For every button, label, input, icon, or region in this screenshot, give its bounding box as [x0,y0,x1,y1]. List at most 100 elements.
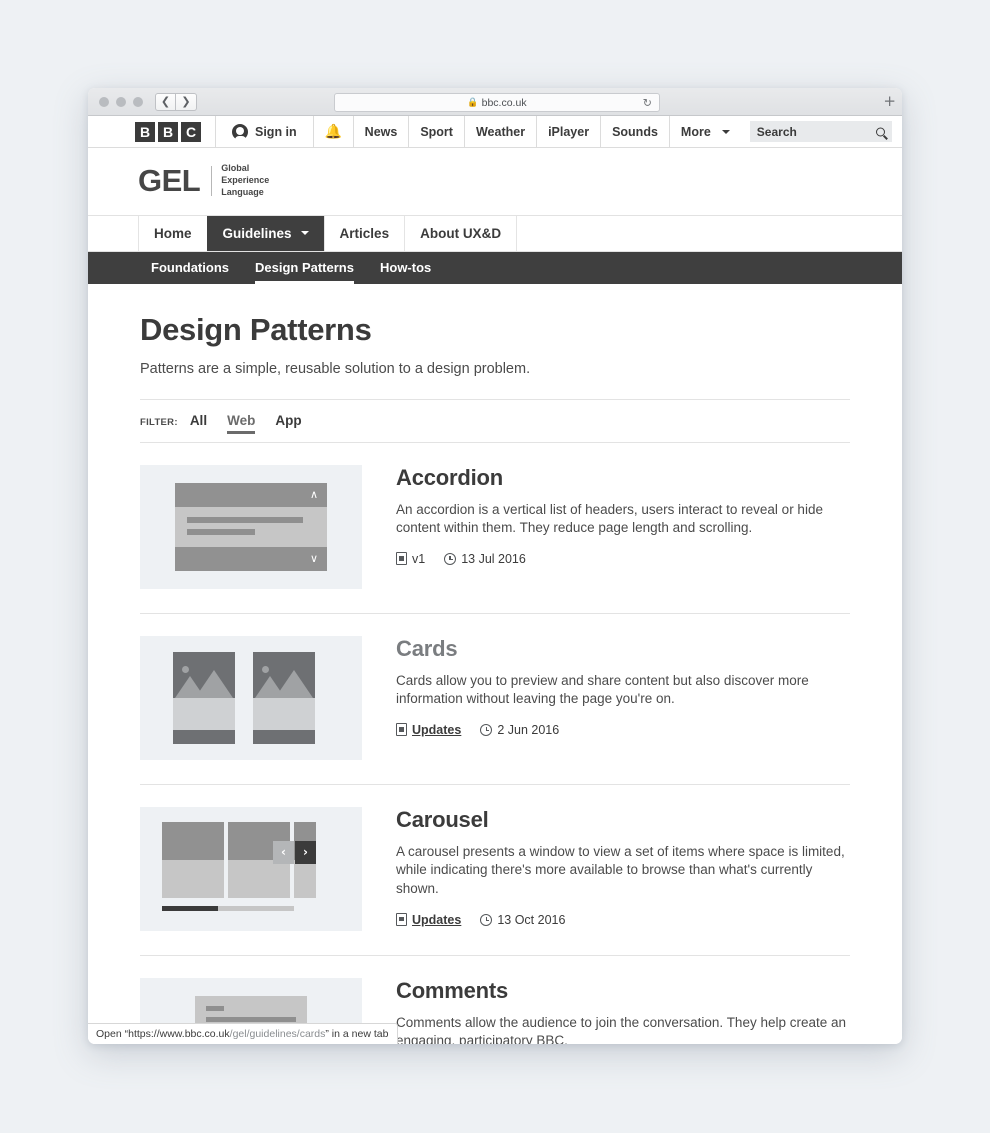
bbc-nav-sounds[interactable]: Sounds [600,116,669,147]
pattern-date: 13 Jul 2016 [444,552,526,566]
bell-icon[interactable]: 🔔 [312,116,353,147]
primary-tabs: Home Guidelines Articles About UX&D [88,215,902,252]
carousel-next-button[interactable]: › [295,840,316,864]
status-bar-prefix: Open “https://www.bbc.co.uk [96,1028,230,1040]
pattern-row-carousel[interactable]: ‹ › Carousel A carousel presents a windo… [140,785,850,931]
carousel-slide-image [162,821,224,860]
pattern-description: A carousel presents a window to view a s… [396,843,845,896]
plus-icon[interactable]: + [883,94,896,109]
page-title: Design Patterns [140,311,372,347]
clock-icon [480,723,493,736]
address-bar[interactable]: 🔒 bbc.co.uk ↻ [334,93,660,112]
pattern-row-accordion[interactable]: ∧ ∨ Accordion An accordion is a vertical… [140,443,850,589]
reload-icon[interactable]: ↻ [643,96,652,109]
bbc-logo-letter: B [158,121,178,142]
forward-button[interactable]: ❯ [176,92,197,111]
filter-option-app[interactable]: App [275,413,301,431]
card-art-left [173,651,235,744]
subnav-foundations[interactable]: Foundations [138,252,242,284]
chevron-down-icon [300,231,309,236]
tab-about-uxd[interactable]: About UX&D [404,215,518,251]
gel-logo-subtitle: Global Experience Language [221,163,269,199]
pattern-thumbnail-carousel[interactable]: ‹ › [140,806,362,931]
tab-guidelines[interactable]: Guidelines [206,215,324,251]
card-footer [173,729,235,744]
subnav-design-patterns[interactable]: Design Patterns [242,252,367,284]
gel-sub-line-1: Global [221,163,250,173]
bbc-nav-weather[interactable]: Weather [463,116,536,147]
pattern-text-comments: Comments Comments allow the audience to … [362,978,850,1044]
pattern-title[interactable]: Cards [396,636,850,662]
mountain-shape [275,669,313,698]
carousel-scrollbar-thumb[interactable] [162,905,218,911]
bbc-logo[interactable]: B B C [135,116,215,147]
comment-text-line [206,1016,296,1022]
maximize-window-button[interactable] [133,96,143,107]
accordion-text-line [187,528,255,535]
filter-bar: FILTER: All Web App [140,400,850,434]
sun-icon [182,665,189,673]
sign-in-button[interactable]: Sign in [215,116,313,147]
pattern-title[interactable]: Comments [396,978,850,1004]
secondary-nav: Foundations Design Patterns How-tos [88,251,902,284]
pattern-meta: Updates 13 Oct 2016 [396,913,850,927]
page-viewport: B B C Sign in 🔔 News Sport Weather iPlay… [88,116,902,1044]
card-image [253,651,315,698]
pattern-title[interactable]: Accordion [396,465,850,491]
close-window-button[interactable] [99,96,109,107]
accordion-text-line [187,516,303,523]
chevron-down-icon [721,129,730,134]
bbc-nav-more[interactable]: More [668,116,741,147]
accordion-header-top: ∧ [175,482,327,507]
browser-titlebar: ❮ ❯ 🔒 bbc.co.uk ↻ + [88,88,902,116]
gel-logo-divider [211,165,213,196]
gel-logo[interactable]: GEL Global Experience Language [138,163,902,199]
back-button[interactable]: ❮ [155,92,176,111]
pattern-title[interactable]: Carousel [396,807,850,833]
document-icon [396,723,407,737]
carousel-prev-button[interactable]: ‹ [273,840,294,864]
mountain-shape [195,669,233,698]
card-image [173,651,235,698]
pattern-row-cards[interactable]: Cards Cards allow you to preview and sha… [140,614,850,760]
tab-articles[interactable]: Articles [323,215,405,251]
bbc-nav-iplayer[interactable]: iPlayer [536,116,600,147]
gel-sub-line-2: Experience [221,174,270,185]
pattern-date: 2 Jun 2016 [480,723,559,737]
card-body [253,697,315,730]
pattern-updates-link[interactable]: Updates [396,723,461,737]
filter-option-all[interactable]: All [190,413,207,431]
pattern-thumbnail-accordion[interactable]: ∧ ∨ [140,464,362,589]
browser-nav-buttons: ❮ ❯ [155,92,197,111]
pattern-version-label: Updates [412,722,462,737]
accordion-art: ∧ ∨ [175,482,327,571]
filter-option-web[interactable]: Web [227,413,256,434]
search-input[interactable]: Search [749,121,892,142]
subnav-how-tos[interactable]: How-tos [367,252,444,284]
pattern-version: v1 [396,552,425,566]
bbc-nav-sport[interactable]: Sport [408,116,464,147]
tab-home[interactable]: Home [138,215,207,251]
pattern-text-accordion: Accordion An accordion is a vertical lis… [362,465,850,589]
pattern-updates-link[interactable]: Updates [396,913,461,927]
pattern-thumbnail-cards[interactable] [140,635,362,760]
account-icon [232,123,248,140]
filter-label: FILTER: [140,416,178,428]
pattern-meta: v1 13 Jul 2016 [396,552,850,566]
pattern-date-label: 13 Oct 2016 [497,912,566,927]
document-icon [396,913,407,926]
accordion-panel [175,506,327,547]
page-lede: Patterns are a simple, reusable solution… [140,360,531,377]
carousel-slide-body [228,859,290,898]
clock-icon [480,913,493,926]
clock-icon [444,552,457,565]
bbc-nav: News Sport Weather iPlayer Sounds More [352,116,741,147]
pattern-version-label: v1 [412,551,426,566]
sign-in-label: Sign in [255,124,297,139]
bbc-nav-news[interactable]: News [352,116,409,147]
minimize-window-button[interactable] [116,96,126,107]
pattern-date-label: 13 Jul 2016 [461,551,526,566]
status-bar-suffix: ” in a new tab [325,1028,389,1040]
carousel-scrollbar-track[interactable] [162,905,294,911]
search-icon[interactable] [875,127,885,136]
